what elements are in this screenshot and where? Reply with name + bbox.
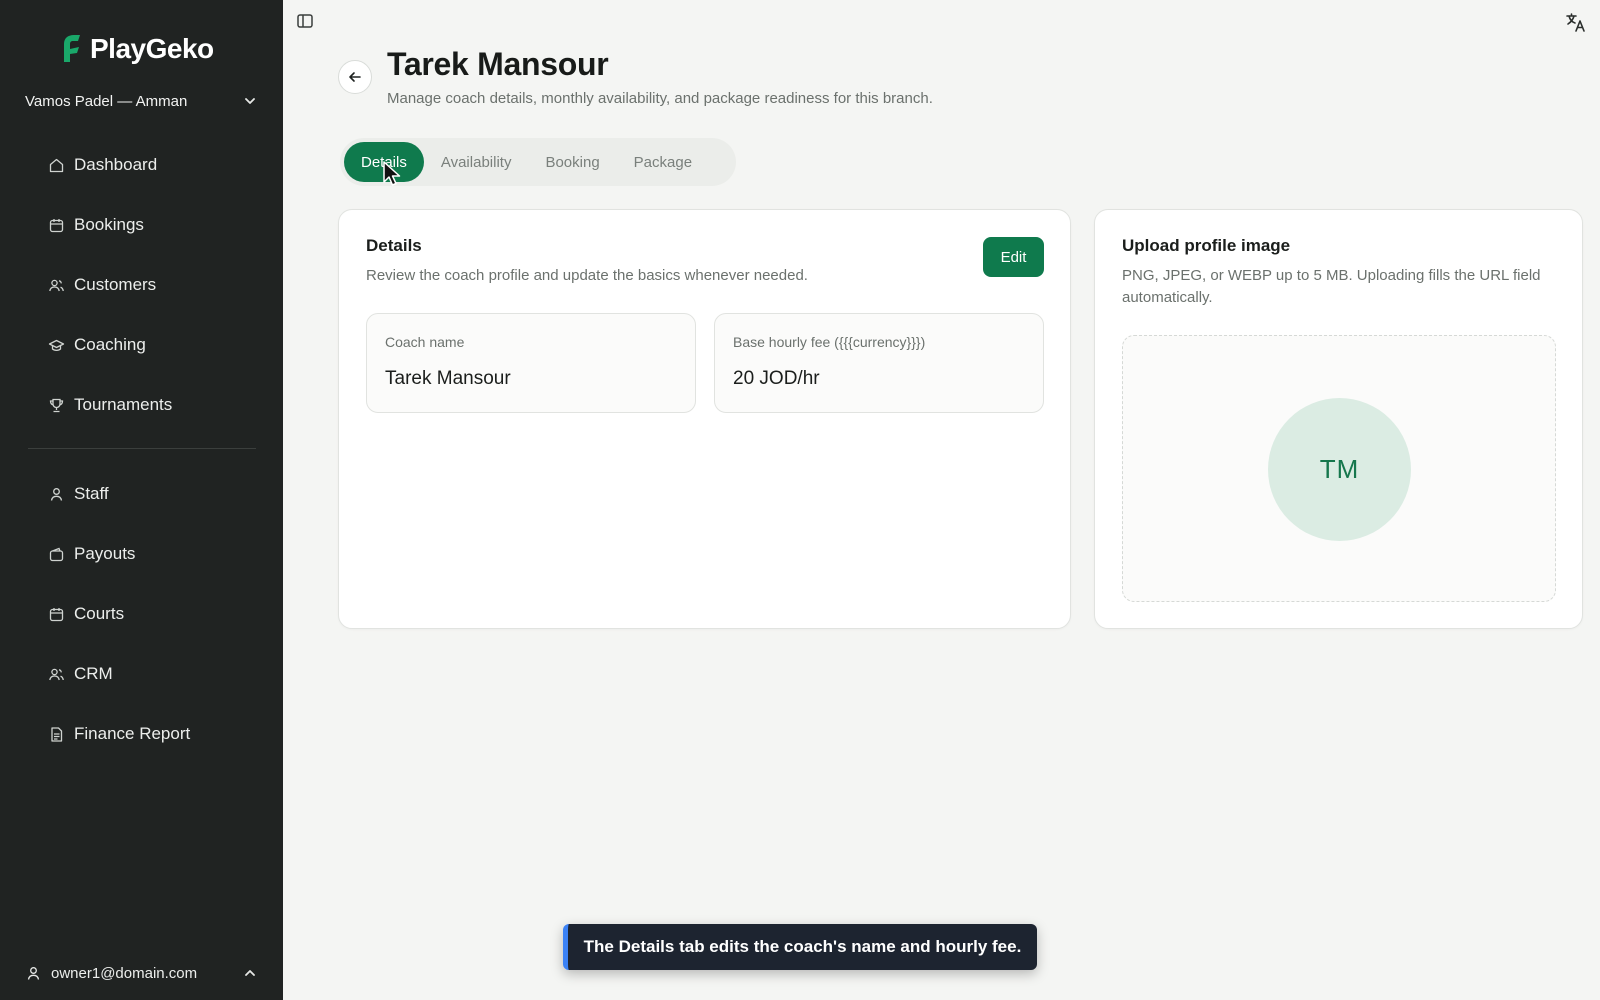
page-subtitle: Manage coach details, monthly availabili… xyxy=(387,90,933,107)
details-card: Details Review the coach profile and upd… xyxy=(338,209,1071,629)
hourly-fee-field: Base hourly fee ({{{currency}}}) 20 JOD/… xyxy=(714,313,1044,413)
sidebar-item-label: Staff xyxy=(74,484,109,503)
user-info: owner1@domain.com xyxy=(25,965,197,982)
translate-icon[interactable] xyxy=(1565,11,1587,33)
calendar-icon xyxy=(49,218,64,232)
toast-message: The Details tab edits the coach's name a… xyxy=(583,937,1022,956)
tab-package[interactable]: Package xyxy=(617,142,709,182)
sidebar: PlayGeko Vamos Padel — Amman Dashboard B… xyxy=(0,0,283,1000)
sidebar-item-customers[interactable]: Customers xyxy=(48,270,258,300)
sidebar-item-crm[interactable]: CRM xyxy=(48,659,258,689)
upload-card-title: Upload profile image xyxy=(1122,236,1291,255)
user-icon xyxy=(50,487,63,501)
sidebar-item-dashboard[interactable]: Dashboard xyxy=(48,150,258,180)
tab-details[interactable]: Details xyxy=(344,142,424,182)
edit-button[interactable]: Edit xyxy=(983,237,1044,277)
sidebar-toggle-icon[interactable] xyxy=(296,12,314,30)
sidebar-item-label: Dashboard xyxy=(74,155,158,174)
upload-profile-card: Upload profile image PNG, JPEG, or WEBP … xyxy=(1094,209,1583,629)
wallet-icon xyxy=(49,547,64,561)
users-icon xyxy=(49,668,64,680)
sidebar-item-label: Customers xyxy=(74,275,157,294)
home-icon xyxy=(49,158,64,172)
arrow-left-icon xyxy=(349,72,361,82)
chevron-up-icon xyxy=(245,970,255,976)
upload-card-description: PNG, JPEG, or WEBP up to 5 MB. Uploading… xyxy=(1122,267,1541,306)
details-card-title: Details xyxy=(366,236,422,255)
details-card-description: Review the coach profile and update the … xyxy=(366,267,808,284)
back-button[interactable] xyxy=(338,60,372,94)
nav-divider xyxy=(28,448,256,449)
sidebar-item-label: Finance Report xyxy=(74,724,191,743)
tab-availability[interactable]: Availability xyxy=(424,142,529,182)
sidebar-item-label: CRM xyxy=(74,664,113,683)
document-icon xyxy=(51,726,63,742)
tab-bar: Details Availability Booking Package xyxy=(340,138,736,186)
users-icon xyxy=(49,279,64,291)
sidebar-item-finance-report[interactable]: Finance Report xyxy=(48,719,258,749)
sidebar-item-label: Bookings xyxy=(74,215,144,234)
sidebar-item-tournaments[interactable]: Tournaments xyxy=(48,390,258,420)
chevron-down-icon xyxy=(245,98,255,104)
field-value: 20 JOD/hr xyxy=(733,368,820,389)
field-label: Coach name xyxy=(385,334,465,350)
coach-name-field: Coach name Tarek Mansour xyxy=(366,313,696,413)
brand-logo[interactable]: PlayGeko xyxy=(58,32,214,66)
user-icon xyxy=(27,966,40,980)
user-menu[interactable]: owner1@domain.com xyxy=(25,960,257,986)
sidebar-item-label: Coaching xyxy=(74,335,146,354)
sidebar-item-payouts[interactable]: Payouts xyxy=(48,539,258,569)
avatar: TM xyxy=(1268,398,1411,541)
sidebar-item-courts[interactable]: Courts xyxy=(48,599,258,629)
field-value: Tarek Mansour xyxy=(385,368,511,389)
sidebar-item-label: Tournaments xyxy=(74,395,173,414)
page-title: Tarek Mansour xyxy=(387,46,609,82)
tab-booking[interactable]: Booking xyxy=(528,142,616,182)
user-email: owner1@domain.com xyxy=(51,964,198,982)
sidebar-item-bookings[interactable]: Bookings xyxy=(48,210,258,240)
branch-name: Vamos Padel — Amman xyxy=(25,92,188,110)
graduation-cap-icon xyxy=(48,339,65,351)
field-label: Base hourly fee ({{{currency}}}) xyxy=(733,334,926,350)
trophy-icon xyxy=(49,398,64,412)
sidebar-item-coaching[interactable]: Coaching xyxy=(48,330,258,360)
toast-notification: The Details tab edits the coach's name a… xyxy=(563,924,1037,970)
sidebar-item-staff[interactable]: Staff xyxy=(48,479,258,509)
image-dropzone[interactable]: TM xyxy=(1122,335,1556,602)
playgeko-logo-icon xyxy=(64,35,80,62)
sidebar-item-label: Courts xyxy=(74,604,125,623)
brand-name: PlayGeko xyxy=(90,33,214,64)
branch-selector[interactable]: Vamos Padel — Amman xyxy=(25,88,257,114)
calendar-icon xyxy=(49,607,64,621)
sidebar-item-label: Payouts xyxy=(74,544,136,563)
